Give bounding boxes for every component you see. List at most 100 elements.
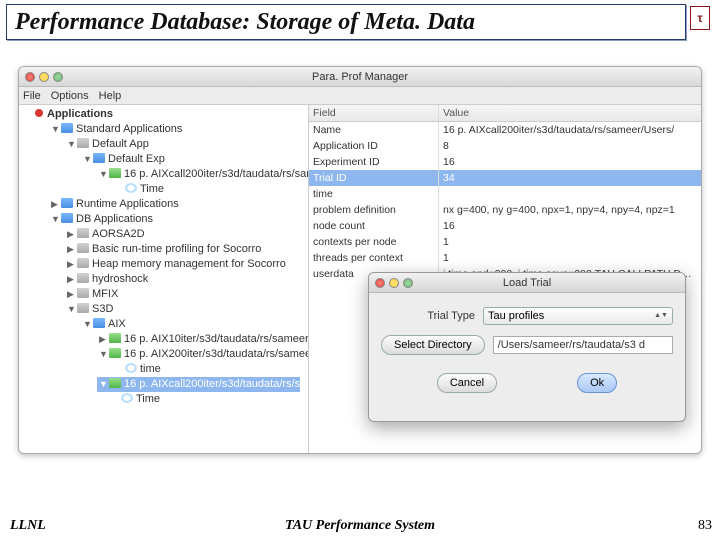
trial-icon <box>109 378 121 388</box>
menubar: File Options Help <box>19 87 701 105</box>
tree-node[interactable]: ▶hydroshock <box>65 272 304 287</box>
disclosure-open-icon[interactable]: ▼ <box>67 302 75 317</box>
directory-path-field[interactable]: /Users/sameer/rs/taudata/s3 d <box>493 336 673 354</box>
folder-icon <box>77 288 89 298</box>
tree-root[interactable]: Applications ▼Standard Applications ▼Def… <box>33 107 308 407</box>
disclosure-closed-icon[interactable]: ▶ <box>67 227 75 242</box>
folder-icon <box>77 303 89 313</box>
ok-button[interactable]: Ok <box>577 373 617 393</box>
folder-icon <box>61 213 73 223</box>
page-number: 83 <box>698 518 712 534</box>
cell-value: 16 <box>439 154 701 170</box>
tree-node-standard-apps[interactable]: ▼Standard Applications ▼Default App ▼Def… <box>49 122 306 197</box>
cell-value: 16 <box>439 218 701 234</box>
menu-file[interactable]: File <box>23 90 41 102</box>
table-row[interactable]: contexts per node1 <box>309 234 701 250</box>
disclosure-closed-icon[interactable]: ▶ <box>99 332 107 347</box>
table-row[interactable]: problem definitionnx g=400, ny g=400, np… <box>309 202 701 218</box>
tree-leaf-time[interactable]: time <box>113 362 298 377</box>
footer-center: TAU Performance System <box>0 518 720 534</box>
trial-icon <box>109 348 121 358</box>
disclosure-open-icon[interactable]: ▼ <box>83 317 91 332</box>
folder-icon <box>61 123 73 133</box>
tree-node-aix[interactable]: ▼AIX ▶16 p. AIX10iter/s3d/taudata/rs/sam… <box>81 317 302 407</box>
tree-leaf-time[interactable]: Time <box>97 392 300 407</box>
tree-node[interactable]: ▶MFIX <box>65 287 304 302</box>
disclosure-open-icon[interactable]: ▼ <box>99 377 107 392</box>
disclosure-open-icon[interactable]: ▼ <box>99 167 107 182</box>
cell-field: threads per context <box>309 250 439 266</box>
tree-node-s3d[interactable]: ▼S3D ▼AIX ▶16 p. AIX10iter/s3d/taudata/r… <box>65 302 304 407</box>
clock-icon <box>121 393 133 403</box>
menu-help[interactable]: Help <box>99 90 122 102</box>
trial-icon <box>109 333 121 343</box>
tree-node[interactable]: ▶AORSA2D <box>65 227 304 242</box>
tree-node-trial[interactable]: ▼16 p. AIX200iter/s3d/taudata/rs/sameer/… <box>97 347 300 377</box>
cell-field: problem definition <box>309 202 439 218</box>
tree-node-trial[interactable]: ▼16 p. AIXcall200iter/s3d/taudata/rs/sam… <box>97 167 300 197</box>
tree-node-default-exp[interactable]: ▼Default Exp ▼16 p. AIXcall200iter/s3d/t… <box>81 152 302 197</box>
load-trial-dialog: Load Trial Trial Type Tau profiles ▲▼ Se… <box>368 272 686 422</box>
cell-value: 1 <box>439 250 701 266</box>
folder-icon <box>93 318 105 328</box>
tree-node-default-app[interactable]: ▼Default App ▼Default Exp ▼16 p. AIXcall… <box>65 137 304 197</box>
slide-title-box: Performance Database: Storage of Meta. D… <box>6 4 686 40</box>
cell-field: Trial ID <box>309 170 439 186</box>
disclosure-closed-icon[interactable]: ▶ <box>67 242 75 257</box>
folder-icon <box>77 243 89 253</box>
cell-field: contexts per node <box>309 234 439 250</box>
folder-icon <box>77 273 89 283</box>
slide-title: Performance Database: Storage of Meta. D… <box>15 9 475 36</box>
cell-value: 1 <box>439 234 701 250</box>
dialog-title: Load Trial <box>369 277 685 289</box>
updown-arrow-icon: ▲▼ <box>654 313 668 319</box>
table-row[interactable]: time <box>309 186 701 202</box>
tree-leaf-time[interactable]: Time <box>113 182 298 197</box>
tree-node-trial[interactable]: ▶16 p. AIX10iter/s3d/taudata/rs/sameer/U… <box>97 332 300 347</box>
tree-node-db-apps[interactable]: ▼DB Applications ▶AORSA2D ▶Basic run-tim… <box>49 212 306 407</box>
details-header: Field Value <box>309 105 701 122</box>
table-row[interactable]: threads per context1 <box>309 250 701 266</box>
disclosure-closed-icon[interactable]: ▶ <box>51 197 59 212</box>
cell-value: 34 <box>439 170 701 186</box>
table-row[interactable]: Trial ID34 <box>309 170 701 186</box>
tree-node-trial-selected[interactable]: ▼16 p. AIXcall200iter/s3d/taudata/rs/sam… <box>97 377 300 392</box>
cell-field: node count <box>309 218 439 234</box>
cell-field: Application ID <box>309 138 439 154</box>
folder-icon <box>77 258 89 268</box>
disclosure-closed-icon[interactable]: ▶ <box>67 257 75 272</box>
disclosure-open-icon[interactable]: ▼ <box>51 122 59 137</box>
cell-field: time <box>309 186 439 202</box>
trial-type-select[interactable]: Tau profiles ▲▼ <box>483 307 673 325</box>
clock-icon <box>125 363 137 373</box>
folder-icon <box>77 138 89 148</box>
folder-icon <box>93 153 105 163</box>
column-header-field[interactable]: Field <box>309 105 439 121</box>
trial-type-label: Trial Type <box>381 310 475 322</box>
tree-node-runtime-apps[interactable]: ▶Runtime Applications <box>49 197 306 212</box>
bullet-icon <box>35 109 43 117</box>
table-row[interactable]: Experiment ID16 <box>309 154 701 170</box>
dialog-titlebar[interactable]: Load Trial <box>369 273 685 293</box>
table-row[interactable]: Application ID8 <box>309 138 701 154</box>
disclosure-open-icon[interactable]: ▼ <box>67 137 75 152</box>
disclosure-closed-icon[interactable]: ▶ <box>67 272 75 287</box>
disclosure-closed-icon[interactable]: ▶ <box>67 287 75 302</box>
table-row[interactable]: node count16 <box>309 218 701 234</box>
cell-field: Experiment ID <box>309 154 439 170</box>
window-titlebar[interactable]: Para. Prof Manager <box>19 67 701 87</box>
disclosure-open-icon[interactable]: ▼ <box>51 212 59 227</box>
table-row[interactable]: Name16 p. AIXcall200iter/s3d/taudata/rs/… <box>309 122 701 138</box>
folder-icon <box>77 228 89 238</box>
menu-options[interactable]: Options <box>51 90 89 102</box>
disclosure-open-icon[interactable]: ▼ <box>83 152 91 167</box>
tau-logo: τ <box>690 6 710 30</box>
select-directory-button[interactable]: Select Directory <box>381 335 485 355</box>
column-header-value[interactable]: Value <box>439 105 701 121</box>
cell-value: nx g=400, ny g=400, npx=1, npy=4, npy=4,… <box>439 202 701 218</box>
cancel-button[interactable]: Cancel <box>437 373 497 393</box>
applications-tree[interactable]: Applications ▼Standard Applications ▼Def… <box>19 105 309 453</box>
tree-node[interactable]: ▶Heap memory management for Socorro <box>65 257 304 272</box>
tree-node[interactable]: ▶Basic run-time profiling for Socorro <box>65 242 304 257</box>
disclosure-open-icon[interactable]: ▼ <box>99 347 107 362</box>
